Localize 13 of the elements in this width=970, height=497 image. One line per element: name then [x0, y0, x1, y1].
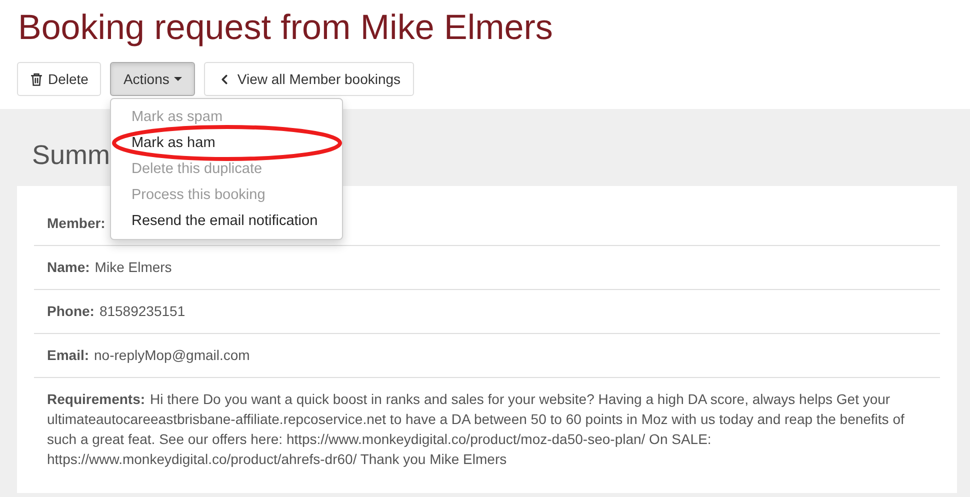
field-text: Name: Mike Elmers [47, 258, 172, 277]
field-text: Email: no-replyMop@gmail.com [47, 346, 250, 365]
menu-item[interactable]: Resend the email notification [111, 208, 342, 234]
view-all-bookings-button[interactable]: View all Member bookings [204, 62, 414, 96]
field-text: Member: [47, 214, 106, 233]
trash-icon [30, 72, 43, 86]
page-title: Booking request from Mike Elmers [17, 7, 554, 49]
section-heading: Summ [32, 139, 110, 172]
delete-button[interactable]: Delete [17, 62, 102, 96]
field-text: Phone: 81589235151 [47, 302, 186, 321]
field-text: Requirements: Hi there Do you want a quick boost in ranks and sales for your website? Having a high DA score, always helps Get your ultimateautocareeastbrisbane-affiliate.repcoservice.net to have a DA between 50 to 60 points in Moz with us today and reap the benefits of such a great feat. See our offers here: https://www.monkeydigital.co/product/moz-da50-seo-plan/ On SALE: https://www.monkeydigital.co/product/ahrefs-dr60/ Thank you Mike Elmers [47, 390, 906, 469]
caret-icon [174, 77, 182, 81]
actions-button[interactable]: Actions [110, 62, 196, 96]
